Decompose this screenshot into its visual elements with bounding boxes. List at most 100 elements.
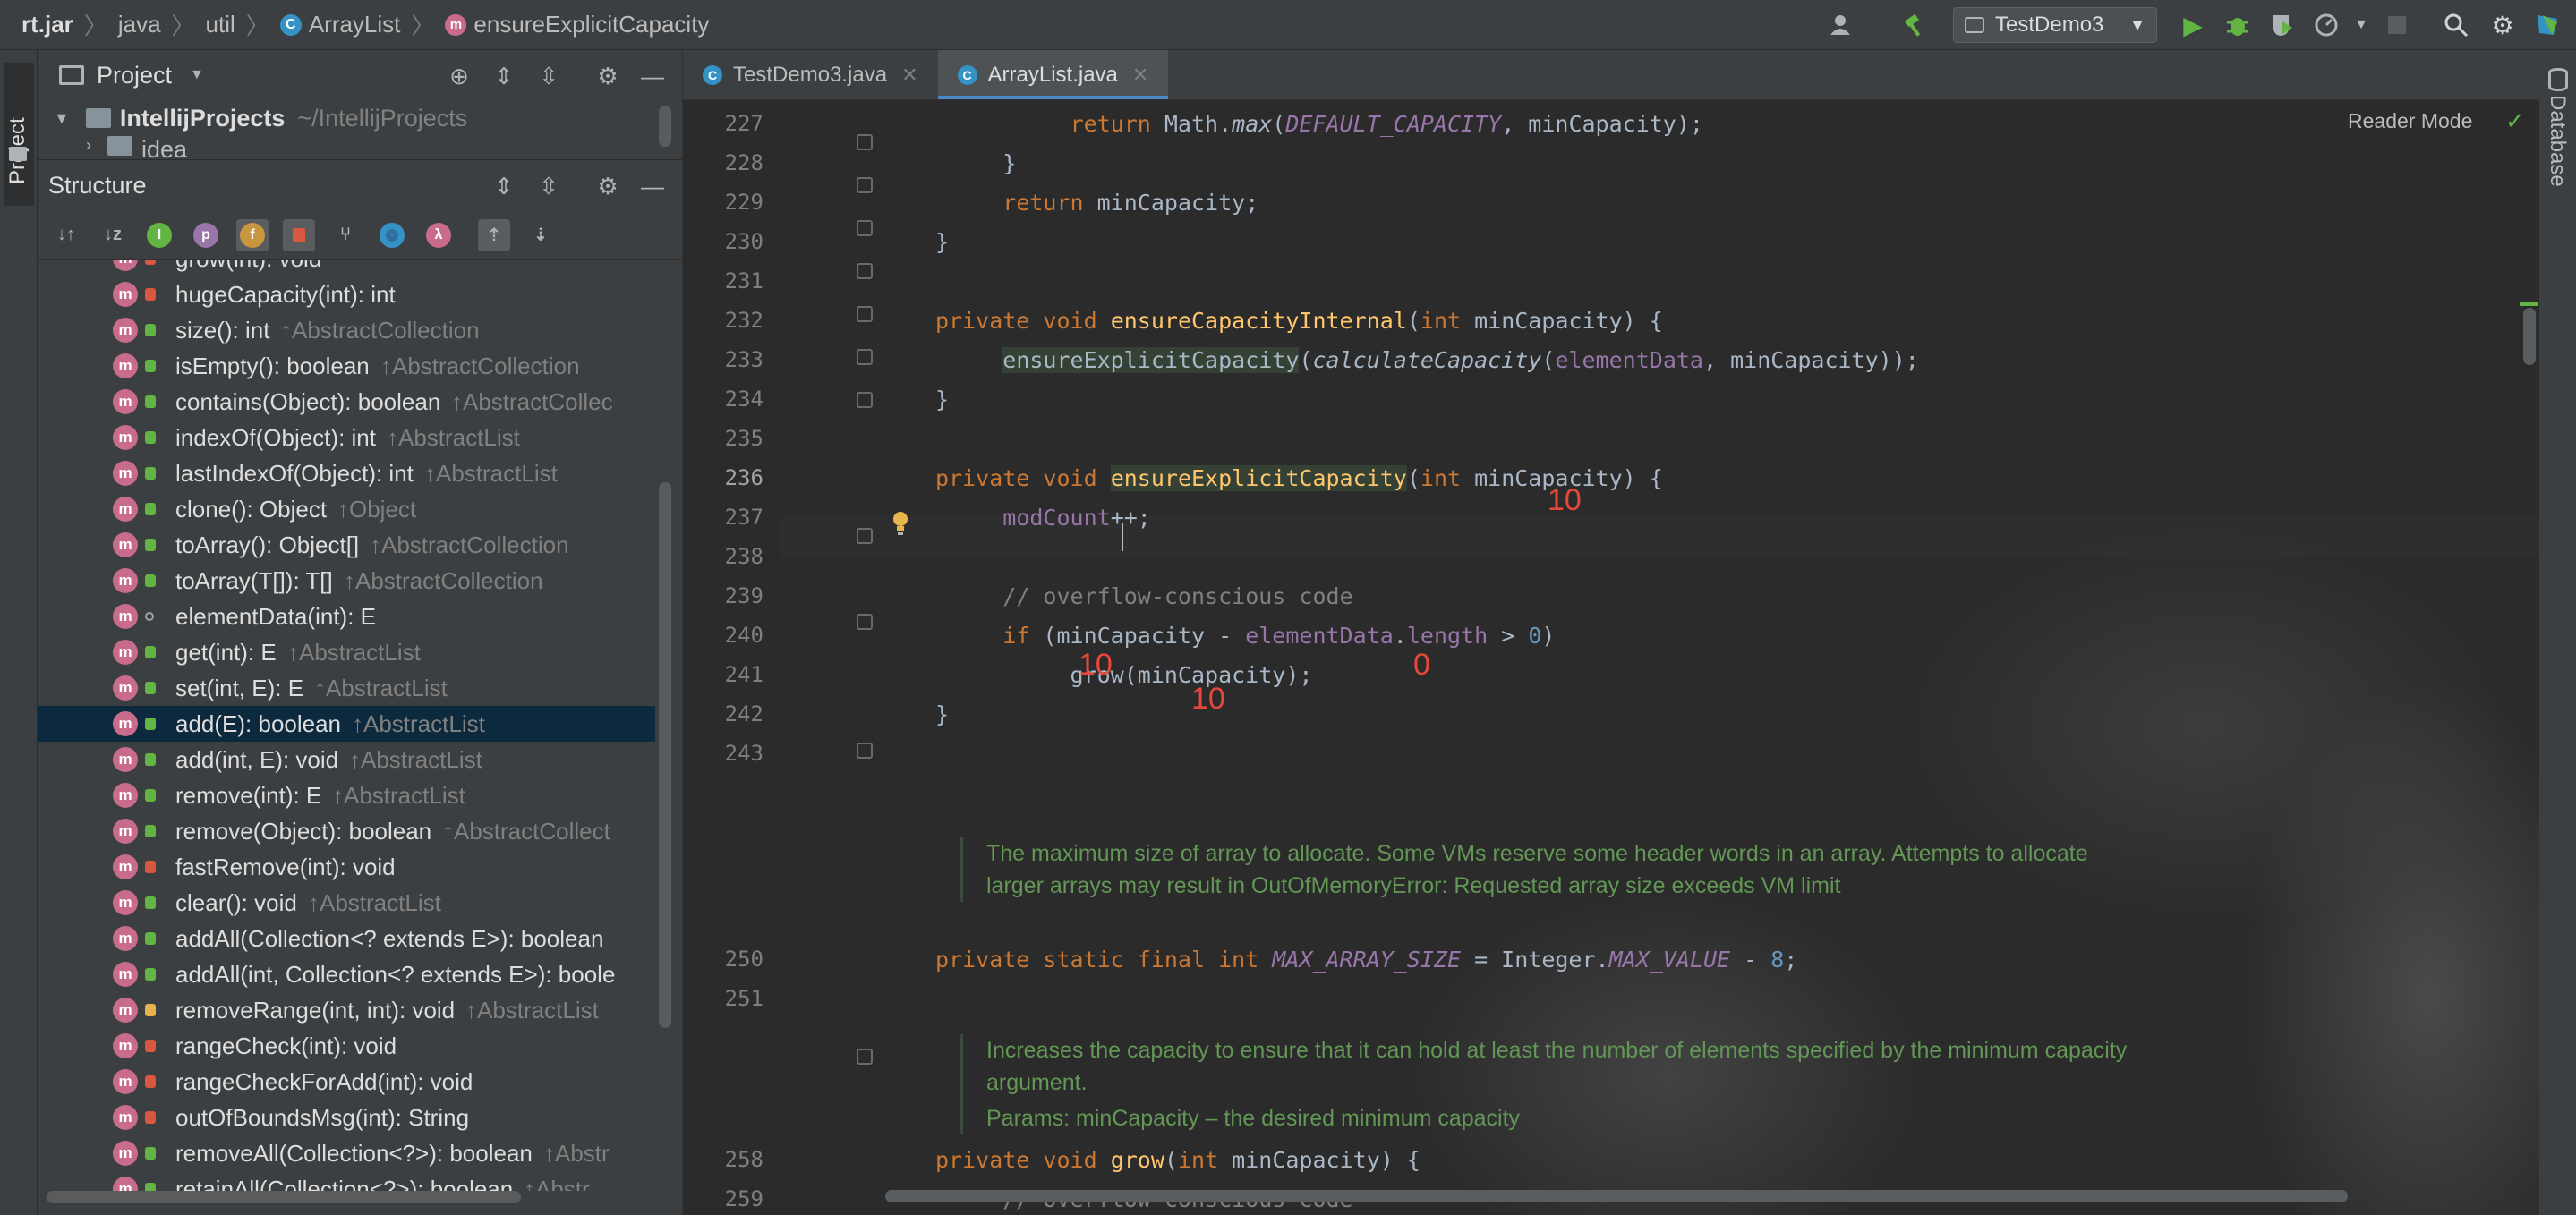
structure-member-row[interactable]: m elementData(int): E — [38, 599, 655, 634]
editor-horizontal-scrollbar[interactable] — [885, 1190, 2348, 1202]
chevron-right-icon[interactable]: › — [86, 136, 91, 155]
breadcrumb-item-method[interactable]: ensureExplicitCapacity — [473, 11, 709, 38]
autoscroll-from-source-icon[interactable]: ⇣ — [525, 219, 557, 251]
fold-marker-icon[interactable] — [857, 1049, 873, 1065]
fold-marker-icon[interactable] — [857, 134, 873, 150]
locate-file-icon[interactable]: ⊕ — [444, 61, 474, 91]
structure-member-row[interactable]: m addAll(int, Collection<? extends E>): b… — [38, 956, 655, 992]
search-icon[interactable] — [2442, 11, 2470, 39]
show-fields-icon[interactable]: f — [236, 218, 269, 251]
settings-gear-icon[interactable]: ⚙ — [593, 61, 623, 91]
run-configuration-select[interactable]: TestDemo3 ▼ — [1953, 7, 2157, 43]
user-icon[interactable] — [1826, 11, 1855, 39]
structure-member-row[interactable]: m hugeCapacity(int): int — [38, 276, 655, 312]
lightbulb-icon[interactable] — [891, 510, 910, 537]
show-properties-icon[interactable]: p — [190, 219, 222, 251]
hide-panel-icon[interactable]: — — [637, 171, 668, 201]
profile-icon[interactable] — [2313, 11, 2341, 39]
structure-member-row[interactable]: m clear(): void ↑AbstractList — [38, 885, 655, 921]
structure-member-row[interactable]: m set(int, E): E ↑AbstractList — [38, 670, 655, 706]
chevron-down-icon[interactable]: ▼ — [190, 67, 204, 83]
collapse-all-icon[interactable]: ⇳ — [533, 171, 564, 201]
autoscroll-to-source-icon[interactable]: ⇡ — [478, 218, 510, 251]
debug-icon[interactable] — [2223, 11, 2252, 39]
sort-alphabetically-icon[interactable]: ↓z — [97, 219, 129, 251]
structure-member-row[interactable]: m indexOf(Object): int ↑AbstractList — [38, 420, 655, 455]
database-tool-tab[interactable]: Database — [2545, 95, 2570, 187]
structure-member-row[interactable]: m removeRange(int, int): void ↑AbstractLis… — [38, 992, 655, 1028]
structure-member-row[interactable]: m add(E): boolean ↑AbstractList — [38, 706, 655, 742]
tree-row-root[interactable]: ▼ IntellijProjects ~/IntellijProjects — [38, 100, 682, 136]
structure-horizontal-scrollbar[interactable] — [47, 1191, 521, 1203]
build-hammer-icon[interactable] — [1901, 11, 1930, 39]
structure-member-row[interactable]: m fastRemove(int): void — [38, 849, 655, 885]
fold-marker-icon[interactable] — [857, 306, 873, 322]
fold-marker-icon[interactable] — [857, 614, 873, 630]
public-visibility-icon — [145, 825, 156, 837]
fold-marker-icon[interactable] — [857, 349, 873, 365]
structure-member-row[interactable]: m remove(int): E ↑AbstractList — [38, 777, 655, 813]
structure-member-row[interactable]: m size(): int ↑AbstractCollection — [38, 312, 655, 348]
structure-member-row[interactable]: m lastIndexOf(Object): int ↑AbstractList — [38, 455, 655, 491]
structure-member-row[interactable]: m outOfBoundsMsg(int): String — [38, 1100, 655, 1135]
line-number: 234 — [724, 387, 763, 412]
structure-member-row[interactable]: m removeAll(Collection<?>): boolean ↑Abstr — [38, 1135, 655, 1171]
structure-member-row[interactable]: m grow(int): void — [38, 260, 655, 276]
run-icon[interactable]: ▶ — [2179, 11, 2207, 39]
chevron-down-icon[interactable]: ▼ — [54, 109, 70, 128]
project-scrollbar[interactable] — [659, 106, 671, 147]
breadcrumb-item-java[interactable]: java — [118, 11, 161, 38]
tree-row-idea[interactable]: › idea — [38, 136, 682, 159]
breadcrumb-item-class[interactable]: ArrayList — [309, 11, 401, 38]
close-icon[interactable]: ✕ — [901, 64, 917, 87]
project-panel-title[interactable]: Project — [97, 62, 172, 89]
expand-all-icon[interactable]: ⇕ — [489, 171, 519, 201]
collapse-all-icon[interactable]: ⇳ — [533, 61, 564, 91]
breadcrumb-item-util[interactable]: util — [206, 11, 235, 38]
show-non-public-icon[interactable] — [283, 218, 315, 251]
structure-member-row[interactable]: m addAll(Collection<? extends E>): boolea… — [38, 921, 655, 956]
structure-member-row[interactable]: m rangeCheck(int): void — [38, 1028, 655, 1064]
structure-vertical-scrollbar[interactable] — [659, 482, 671, 1028]
structure-member-row[interactable]: m toArray(T[]): T[] ↑AbstractCollection — [38, 563, 655, 599]
close-icon[interactable]: ✕ — [1132, 64, 1148, 87]
structure-member-row[interactable]: m isEmpty(): boolean ↑AbstractCollection — [38, 348, 655, 384]
project-panel-header: Project ▼ — [38, 50, 682, 100]
show-inherited-icon[interactable]: I — [143, 219, 175, 251]
structure-member-row[interactable]: m add(int, E): void ↑AbstractList — [38, 742, 655, 777]
more-run-options-icon[interactable]: ▼ — [2347, 11, 2376, 39]
reader-mode-toggle[interactable]: Reader Mode — [2348, 109, 2472, 133]
structure-member-row[interactable]: m rangeCheckForAdd(int): void — [38, 1064, 655, 1100]
structure-member-row[interactable]: m get(int): E ↑AbstractList — [38, 634, 655, 670]
settings-gear-icon[interactable]: ⚙ — [2488, 11, 2517, 39]
editor-vertical-scrollbar[interactable] — [2523, 308, 2536, 365]
fold-marker-icon[interactable] — [857, 743, 873, 759]
tab-arraylist[interactable]: C ArrayList.java ✕ — [937, 50, 1169, 99]
hide-panel-icon[interactable]: — — [637, 61, 668, 91]
show-anonymous-icon[interactable] — [376, 219, 408, 251]
show-hierarchy-icon[interactable]: ⑂ — [329, 219, 362, 251]
fold-marker-icon[interactable] — [857, 528, 873, 544]
sort-by-visibility-icon[interactable]: ↓↑ — [50, 219, 82, 251]
fold-marker-icon[interactable] — [857, 177, 873, 193]
ide-logo-icon[interactable] — [2533, 11, 2562, 39]
show-lambdas-icon[interactable]: λ — [422, 219, 455, 251]
structure-member-row[interactable]: m contains(Object): boolean ↑AbstractColle… — [38, 384, 655, 420]
fold-marker-icon[interactable] — [857, 220, 873, 236]
inspection-ok-icon[interactable]: ✓ — [2505, 107, 2525, 135]
tab-testdemo3[interactable]: C TestDemo3.java ✕ — [683, 50, 938, 99]
structure-member-row[interactable]: m toArray(): Object[] ↑AbstractCollection — [38, 527, 655, 563]
fold-marker-icon[interactable] — [857, 263, 873, 279]
structure-member-row[interactable]: m clone(): Object ↑Object — [38, 491, 655, 527]
structure-member-row[interactable]: m remove(Object): boolean ↑AbstractCollect — [38, 813, 655, 849]
expand-all-icon[interactable]: ⇕ — [489, 61, 519, 91]
breadcrumb-item-jar[interactable]: rt.jar — [21, 11, 73, 38]
settings-gear-icon[interactable]: ⚙ — [593, 171, 623, 201]
code-editor[interactable]: 227 228 229 230 231 232 233 234 235 236 237 238 239 2… — [683, 100, 2539, 1215]
coverage-icon[interactable] — [2268, 11, 2297, 39]
member-inherited-from: ↑Abstr — [524, 1175, 590, 1192]
stop-icon[interactable] — [2383, 11, 2411, 39]
fold-marker-icon[interactable] — [857, 392, 873, 408]
database-icon[interactable] — [2548, 68, 2568, 91]
structure-member-row[interactable]: m retainAll(Collection<?>): boolean ↑Abstr — [38, 1171, 655, 1191]
